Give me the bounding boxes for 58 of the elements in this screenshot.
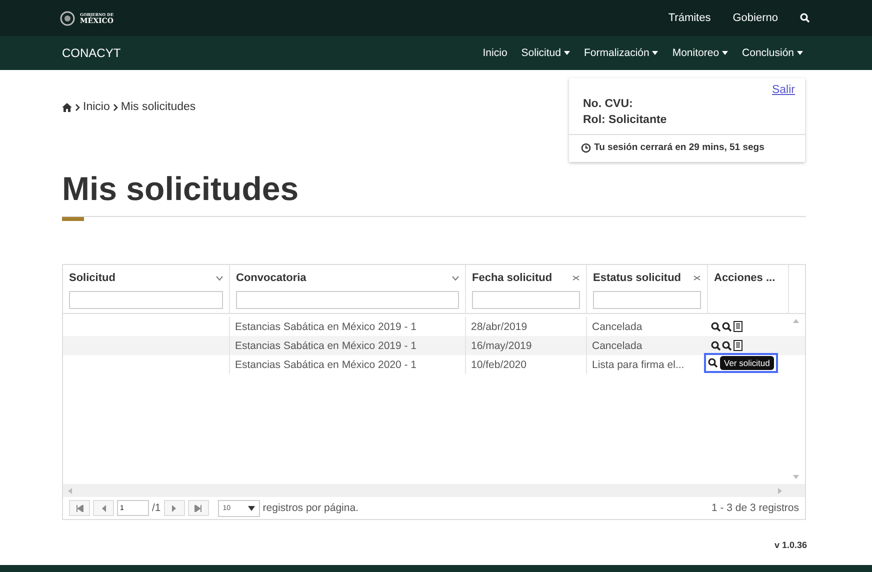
column-header[interactable]: Solicitud bbox=[69, 272, 116, 284]
table-cell: 10/feb/2020 bbox=[465, 355, 586, 374]
search-icon[interactable] bbox=[711, 322, 721, 332]
skip-forward-icon bbox=[194, 504, 202, 512]
nav-item[interactable]: Solicitud bbox=[514, 47, 577, 59]
table-cell: Estancias Sabática en México 2020 - 1 bbox=[229, 355, 465, 374]
search-icon[interactable] bbox=[711, 340, 721, 350]
records-summary: 1 - 3 de 3 registros bbox=[711, 502, 799, 514]
column-header[interactable]: Acciones ... bbox=[714, 272, 776, 284]
document-icon[interactable] bbox=[733, 321, 743, 332]
column-header[interactable]: Estatus solicitud bbox=[593, 272, 682, 284]
filter-clear-icon[interactable] bbox=[693, 275, 701, 281]
column-header[interactable]: Fecha solicitud bbox=[472, 272, 552, 284]
nav-item[interactable]: Inicio bbox=[476, 47, 514, 59]
page-size-label: registros por página. bbox=[262, 502, 358, 514]
filter-clear-icon[interactable] bbox=[572, 275, 580, 281]
triangle-left-icon bbox=[100, 504, 106, 512]
filter-field[interactable] bbox=[69, 291, 223, 309]
chevron-down-icon[interactable] bbox=[452, 276, 459, 280]
breadcrumb-item[interactable]: Inicio bbox=[83, 101, 110, 113]
skip-back-icon bbox=[76, 504, 84, 512]
breadcrumb-item: Mis solicitudes bbox=[120, 101, 196, 113]
tooltip: Ver solicitud bbox=[720, 356, 774, 370]
session-timer: Tu sesión cerrará en 29 mins, 51 segs bbox=[594, 142, 764, 153]
nav-item[interactable]: Formalización bbox=[576, 47, 666, 59]
column-header[interactable]: Convocatoria bbox=[236, 272, 306, 284]
nav-item[interactable]: Monitoreo bbox=[665, 47, 736, 59]
triangle-right-icon bbox=[171, 504, 178, 512]
clock-icon bbox=[581, 142, 591, 152]
version-label: v 1.0.36 bbox=[774, 540, 807, 550]
previous-page-button[interactable] bbox=[93, 500, 114, 516]
emblem-icon bbox=[60, 10, 75, 26]
filter-field[interactable] bbox=[593, 291, 701, 309]
chevron-icon bbox=[75, 104, 80, 110]
chevron-down-icon[interactable] bbox=[216, 276, 223, 280]
page-count: /1 bbox=[152, 502, 161, 514]
document-icon[interactable] bbox=[733, 340, 743, 351]
cvu-label: No. CVU: bbox=[583, 97, 634, 112]
page-title: Mis solicitudes bbox=[62, 170, 806, 217]
role-label: Rol: Solicitante bbox=[583, 113, 668, 128]
first-page-button[interactable] bbox=[69, 500, 90, 516]
filter-field[interactable] bbox=[472, 291, 580, 309]
filter-field[interactable] bbox=[236, 291, 459, 309]
home-icon[interactable] bbox=[62, 102, 72, 112]
last-page-button[interactable] bbox=[188, 500, 209, 516]
top-link[interactable]: Trámites bbox=[668, 12, 711, 24]
top-link[interactable]: Gobierno bbox=[732, 12, 778, 24]
title-accent bbox=[62, 217, 84, 221]
search-icon[interactable] bbox=[722, 340, 732, 350]
search-icon[interactable] bbox=[722, 322, 732, 332]
chevron-icon bbox=[112, 104, 118, 110]
next-page-button[interactable] bbox=[164, 500, 185, 516]
caret-icon bbox=[248, 506, 255, 510]
search-icon[interactable] bbox=[708, 358, 718, 368]
logout-link[interactable]: Salir bbox=[772, 84, 795, 96]
search-icon[interactable] bbox=[800, 13, 810, 23]
brand-name[interactable]: CONACYT bbox=[62, 46, 121, 60]
nav-item[interactable]: Conclusión bbox=[735, 47, 810, 59]
